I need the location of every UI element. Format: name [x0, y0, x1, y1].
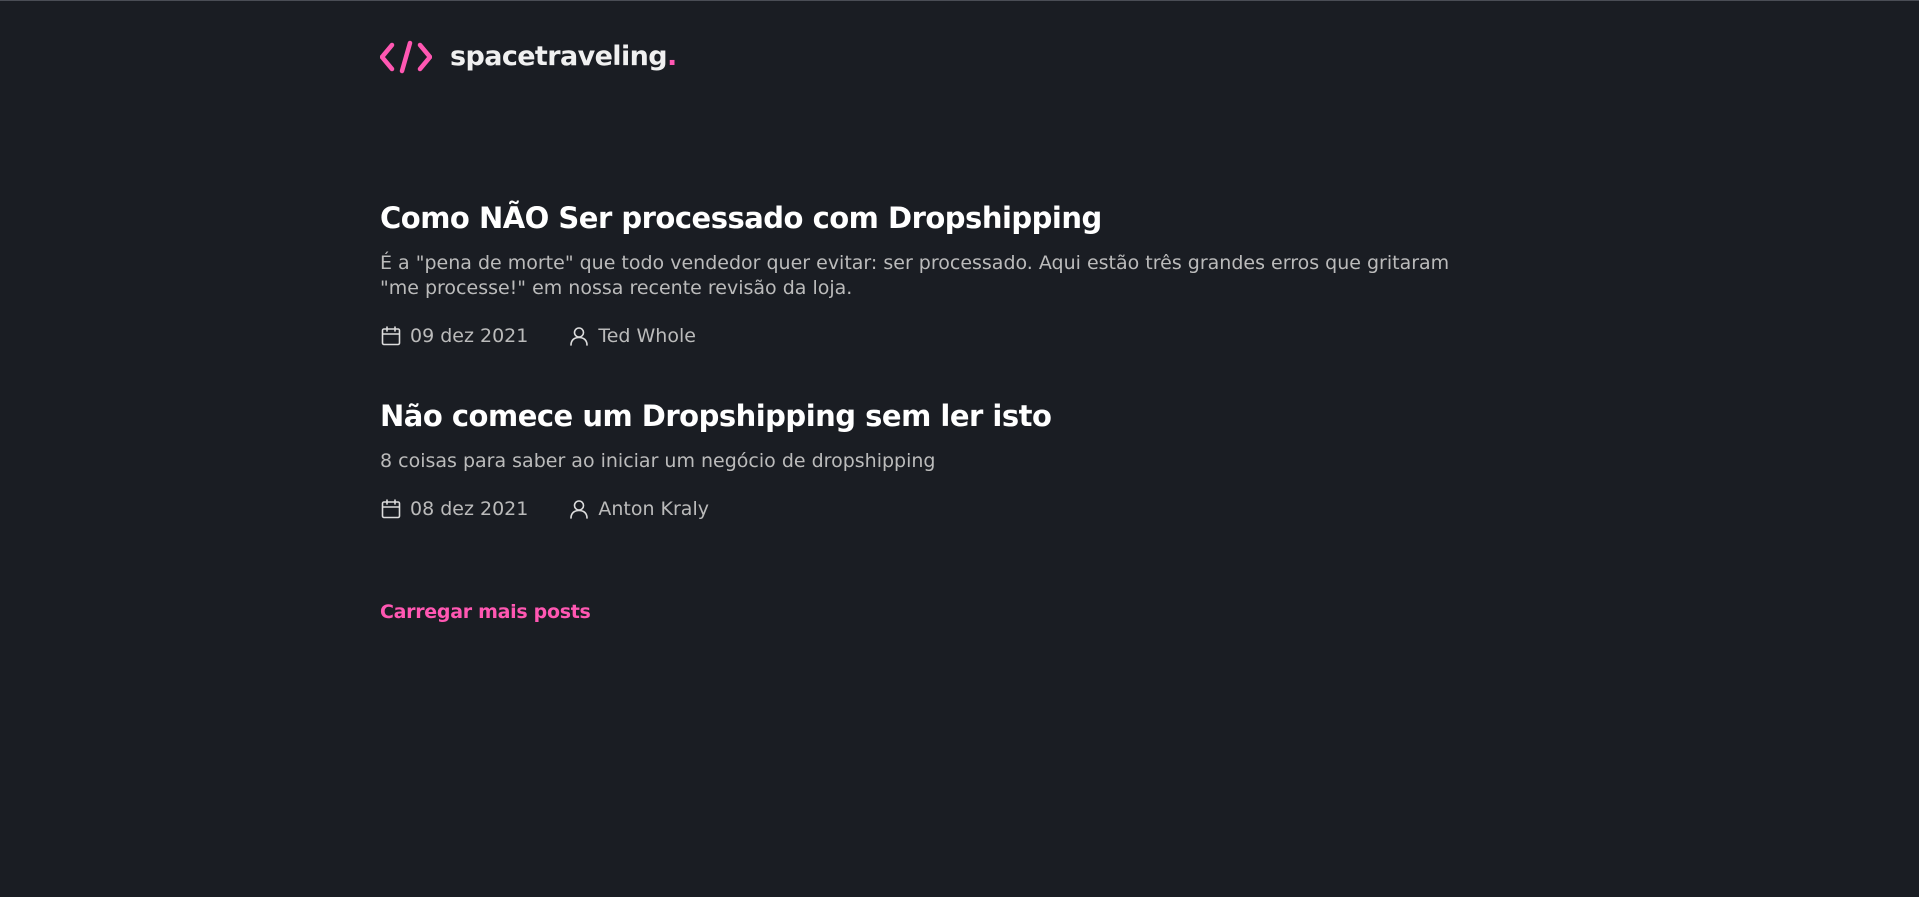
post-author: Ted Whole: [568, 323, 696, 349]
post-date-text: 09 dez 2021: [410, 325, 529, 347]
post-title[interactable]: Não comece um Dropshipping sem ler isto: [380, 397, 1500, 435]
post-meta: 09 dez 2021 Ted Whole: [380, 323, 1500, 349]
post-subtitle: É a "pena de morte" que todo vendedor qu…: [380, 252, 1450, 299]
post-title[interactable]: Como NÃO Ser processado com Dropshipping: [380, 199, 1500, 237]
brand-dot: .: [666, 41, 678, 72]
post-date-text: 08 dez 2021: [410, 498, 529, 520]
post-subtitle: 8 coisas para saber ao iniciar um negóci…: [380, 450, 936, 472]
site-header: spacetraveling.: [380, 38, 677, 76]
post-date: 09 dez 2021: [380, 323, 528, 349]
post-author: Anton Kraly: [568, 496, 709, 522]
post-date: 08 dez 2021: [380, 496, 528, 522]
user-icon: [570, 500, 589, 519]
calendar-icon: [381, 499, 401, 519]
load-more-button[interactable]: Carregar mais posts: [380, 601, 591, 623]
brand-name[interactable]: spacetraveling: [450, 38, 668, 76]
code-brackets-icon[interactable]: [380, 39, 432, 75]
calendar-icon: [381, 326, 401, 346]
post-author-text: Ted Whole: [598, 325, 696, 347]
top-border: [0, 0, 1919, 1]
post-item[interactable]: Não comece um Dropshipping sem ler isto …: [380, 397, 1500, 522]
user-icon: [570, 327, 589, 346]
post-author-text: Anton Kraly: [598, 498, 709, 520]
post-item[interactable]: Como NÃO Ser processado com Dropshipping…: [380, 199, 1500, 349]
post-meta: 08 dez 2021 Anton Kraly: [380, 496, 1500, 522]
